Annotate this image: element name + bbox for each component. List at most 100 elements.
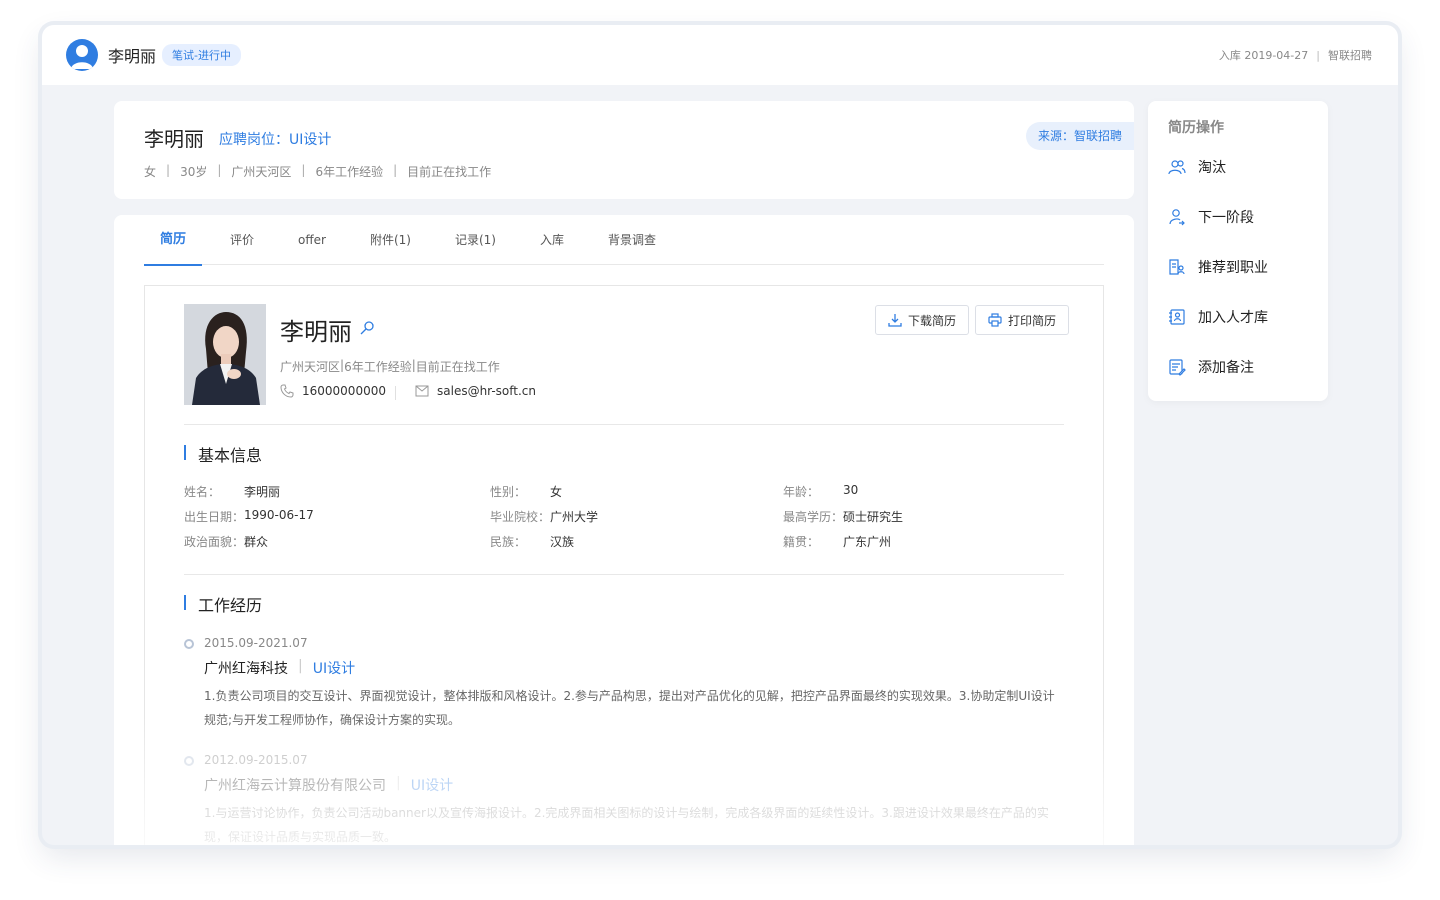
info-label: 性别： [490,485,527,499]
talent-pool-icon [1169,309,1185,325]
work-company-line: 广州红海云计算股份有限公司 | UI设计 [204,775,453,795]
info-label: 最高学历： [783,510,844,524]
user-avatar-icon [71,45,93,69]
work-date: 2012.09-2015.07 [204,753,308,767]
tab-offer[interactable]: offer [282,215,342,265]
tab-background-check[interactable]: 背景调查 [592,215,672,265]
resume-name: 李明丽 [280,318,352,346]
portrait-image [184,304,266,405]
top-bar: 李明丽 笔试-进行中 入库 2019-04-27 | 智联招聘 [42,25,1398,85]
basic-info-title: 基本信息 [184,442,262,466]
avatar [66,39,98,71]
meta-separator: | [301,163,306,177]
print-resume-button[interactable]: 打印简历 [975,305,1070,335]
timeline-dot [184,639,194,649]
user-arrow-icon [1169,209,1185,226]
meta-age: 30岁 [180,165,208,179]
info-value: 李明丽 [244,485,281,499]
work-experience-title: 工作经历 [184,592,262,616]
info-value: 1990-06-17 [244,508,314,522]
company-separator: | [298,658,303,674]
actions-title: 简历操作 [1168,120,1224,136]
tab-resume[interactable]: 简历 [144,215,203,266]
tab-bar: 简历 评价 offer 附件(1) 记录(1) 入库 背景调查 [144,215,1104,266]
work-company: 广州红海云计算股份有限公司 [204,778,386,794]
download-icon [888,314,902,327]
work-company-line: 广州红海科技 | UI设计 [204,658,355,678]
users-icon [1168,160,1186,175]
phone-number: 16000000000 [302,384,386,398]
meta-experience: 6年工作经验 [315,165,384,179]
tab-records[interactable]: 记录(1) [439,215,512,265]
action-label: 下一阶段 [1198,210,1254,226]
print-label: 打印简历 [1008,313,1057,328]
info-label: 籍贯： [783,535,820,549]
info-value: 广东广州 [843,535,892,549]
download-label: 下载简历 [908,313,957,328]
contact-divider [395,386,396,400]
action-label: 推荐到职业 [1198,260,1268,276]
applied-position: 应聘岗位：UI设计 [219,132,332,148]
info-value: 30 [843,483,859,497]
tab-storage[interactable]: 入库 [524,215,580,265]
mail-icon [415,385,429,397]
recommend-icon [1169,259,1185,275]
info-value: 群众 [244,535,269,549]
phone-contact: 16000000000 [280,384,386,398]
resume-meta: 广州天河区 | 6年工作经验 | 目前正在找工作 [280,358,500,375]
tab-evaluation[interactable]: 评价 [214,215,270,265]
action-reject[interactable]: 淘汰 [1168,157,1226,177]
divider [184,574,1064,575]
info-label: 政治面貌： [184,535,245,549]
tab-attachments[interactable]: 附件(1) [354,215,427,265]
work-company: 广州红海科技 [204,661,288,677]
download-resume-button[interactable]: 下载简历 [875,305,970,335]
action-add-note[interactable]: 添加备注 [1168,357,1254,377]
source-name: 智联招聘 [1328,49,1372,62]
summary-name: 李明丽 [144,127,204,151]
resume-panel: 李明丽 广州天河区 | 6年工作经验 | 目前正在找工作 16000000000 [144,285,1104,845]
work-description: 1.负责公司项目的交互设计、界面视觉设计，整体排版和风格设计。2.参与产品构思，… [204,689,1055,727]
meta-separator: | [217,163,222,177]
timeline-dot [184,756,194,766]
action-add-to-pool[interactable]: 加入人才库 [1168,307,1268,327]
separator: | [1316,48,1320,62]
info-row: 出生日期： 1990-06-17 毕业院校： 广州大学 最高学历： 硕士研究生 [184,508,1064,533]
meta-gender: 女 [144,165,157,179]
info-label: 出生日期： [184,510,245,524]
resume-experience: 6年工作经验 [344,360,412,374]
info-label: 毕业院校： [490,510,551,524]
top-right-info: 入库 2019-04-27 | 智联招聘 [1219,47,1372,63]
resume-actions-panel: 简历操作 淘汰 下一阶段 推荐到职业 加入人才库 添加备注 [1148,101,1328,401]
action-next-stage[interactable]: 下一阶段 [1168,207,1254,227]
basic-info-grid: 姓名： 李明丽 性别： 女 年龄： 30 出生日期： 1990-06-17 毕业… [184,483,1064,558]
candidate-summary-card: 李明丽 应聘岗位：UI设计 女 | 30岁 | 广州天河区 | 6年工作经验 |… [114,101,1134,199]
meta-separator: | [166,163,171,177]
info-row: 政治面貌： 群众 民族： 汉族 籍贯： 广东广州 [184,533,1064,558]
candidate-photo [184,304,266,405]
work-description: 1.与运营讨论协作，负责公司活动banner以及宣传海报设计。2.完成界面相关图… [204,806,1049,844]
work-role: UI设计 [312,661,356,677]
info-label: 年龄： [783,485,820,499]
info-row: 姓名： 李明丽 性别： 女 年龄： 30 [184,483,1064,508]
info-value: 硕士研究生 [843,510,904,524]
phone-icon [280,384,294,398]
action-recommend[interactable]: 推荐到职业 [1168,257,1268,277]
work-date: 2015.09-2021.07 [204,636,308,650]
summary-meta: 女 | 30岁 | 广州天河区 | 6年工作经验 | 目前正在找工作 [144,163,491,180]
info-value: 女 [550,485,563,499]
candidate-name: 李明丽 [108,47,157,66]
resume-job-status: 目前正在找工作 [415,360,500,374]
work-role: UI设计 [410,778,454,794]
action-label: 淘汰 [1198,160,1226,176]
meta-separator: | [393,163,398,177]
printer-icon [988,313,1002,327]
info-value: 广州大学 [550,510,599,524]
entry-date: 入库 2019-04-27 [1218,49,1309,62]
company-separator: | [396,775,401,791]
action-label: 加入人才库 [1198,310,1268,326]
action-label: 添加备注 [1198,360,1254,376]
meta-job-status: 目前正在找工作 [407,165,492,179]
email-address: sales@hr-soft.cn [437,384,537,398]
pin-icon[interactable] [359,320,375,336]
